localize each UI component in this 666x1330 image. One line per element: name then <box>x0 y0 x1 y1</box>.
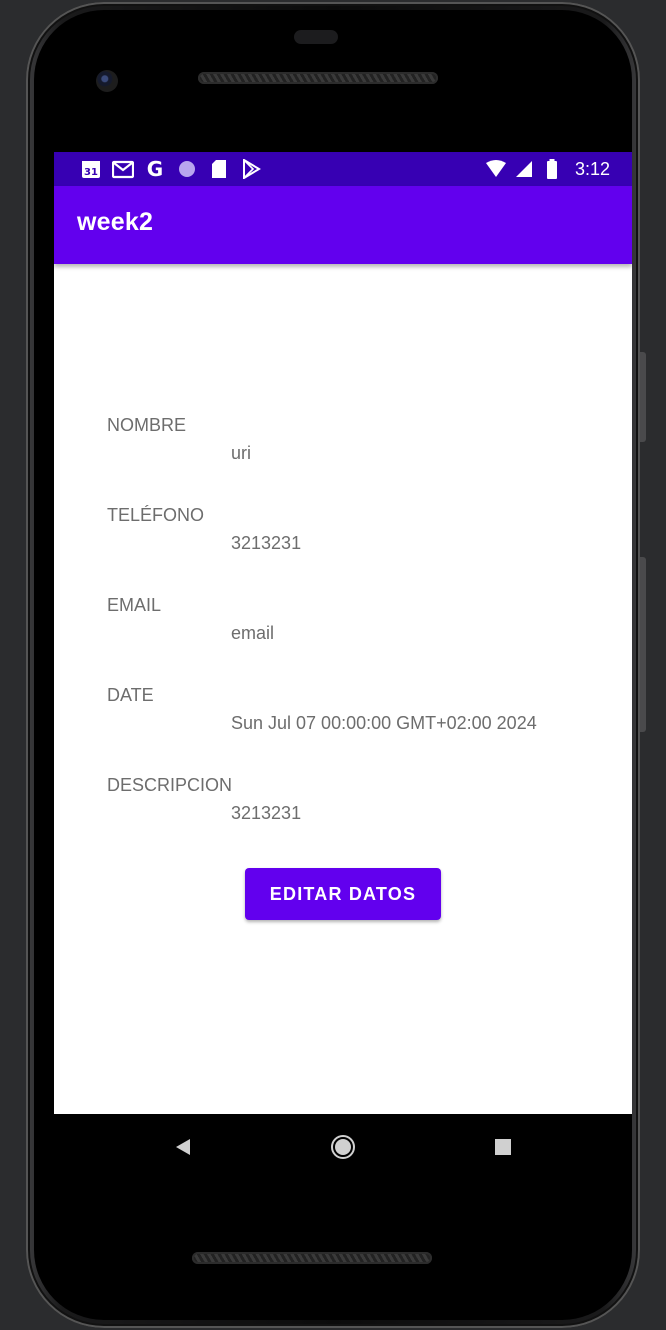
date-label: DATE <box>107 685 154 705</box>
gmail-icon <box>112 158 134 180</box>
wifi-icon <box>485 158 507 180</box>
top-speaker-grille <box>198 72 438 84</box>
field-email: EMAIL email <box>107 594 274 644</box>
telefono-label: TELÉFONO <box>107 505 205 525</box>
nombre-label: NOMBRE <box>107 415 187 435</box>
email-label: EMAIL <box>107 595 162 615</box>
edit-data-button[interactable]: EDITAR DATOS <box>245 868 441 920</box>
calendar-icon: 31 <box>80 158 102 180</box>
date-value: Sun Jul 07 00:00:00 GMT+02:00 2024 <box>231 713 537 733</box>
top-sensor <box>294 30 338 44</box>
field-descripcion: DESCRIPCION 3213231 <box>107 774 301 824</box>
signal-icon <box>513 158 535 180</box>
device-screen: 31 G 3:12 week2 NOMBRE uri TELÉFONO 3213… <box>54 152 632 1114</box>
details-content: NOMBRE uri TELÉFONO 3213231 EMAIL email … <box>54 264 632 1114</box>
app-title: week2 <box>77 208 154 236</box>
sd-card-icon <box>208 158 230 180</box>
battery-icon <box>541 158 563 180</box>
calendar-day: 31 <box>84 167 98 178</box>
home-icon[interactable] <box>328 1132 358 1162</box>
dot-icon <box>176 158 198 180</box>
field-date: DATE Sun Jul 07 00:00:00 GMT+02:00 2024 <box>107 684 537 734</box>
notification-icons: 31 G <box>80 158 262 180</box>
email-value: email <box>231 623 275 643</box>
descripcion-value: 3213231 <box>231 803 302 823</box>
field-nombre: NOMBRE uri <box>107 414 251 464</box>
recents-icon[interactable] <box>488 1132 518 1162</box>
volume-button <box>640 557 646 732</box>
descripcion-label: DESCRIPCION <box>107 775 233 795</box>
navigation-bar <box>54 1114 632 1180</box>
power-button <box>640 352 646 442</box>
app-bar: week2 <box>54 186 632 264</box>
play-store-icon <box>240 158 262 180</box>
front-camera <box>96 70 118 92</box>
telefono-value: 3213231 <box>231 533 302 553</box>
nombre-value: uri <box>231 443 252 463</box>
status-clock: 3:12 <box>574 158 610 179</box>
bottom-speaker-grille <box>192 1252 432 1264</box>
google-icon: G <box>146 157 164 181</box>
system-icons: 3:12 <box>485 158 610 180</box>
status-bar: 31 G 3:12 <box>54 152 632 186</box>
field-telefono: TELÉFONO 3213231 <box>107 504 301 554</box>
back-icon[interactable] <box>168 1132 198 1162</box>
